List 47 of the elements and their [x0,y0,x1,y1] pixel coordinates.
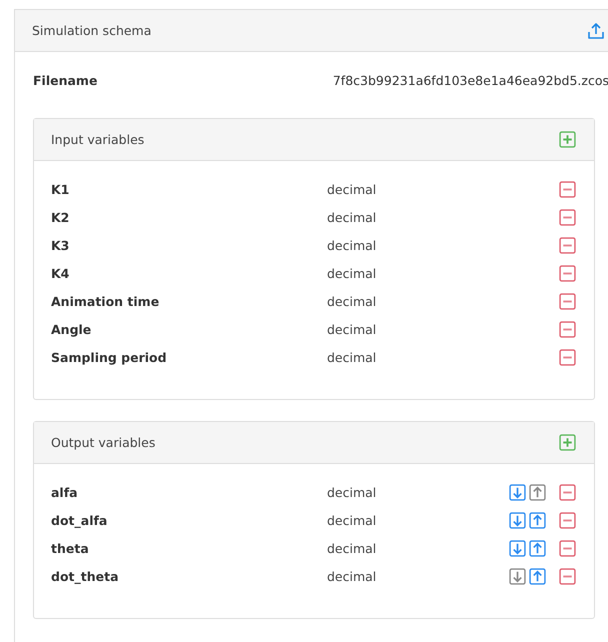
arrow-down-icon[interactable] [509,540,526,556]
variable-type: decimal [327,266,378,280]
variable-type: decimal [327,294,378,308]
remove-icon[interactable] [559,180,576,198]
variable-type: decimal [327,182,378,196]
variable-type: decimal [327,568,378,584]
remove-icon[interactable] [559,236,576,254]
variable-name: theta [51,540,90,556]
variable-name: Animation time [51,294,160,308]
remove-icon[interactable] [559,568,576,584]
filename-value: 7f8c3b99231a6fd103e8e1a46ea92bd5.zcos [332,73,608,88]
arrow-up-icon[interactable] [529,568,546,584]
arrow-up-icon[interactable] [529,512,546,528]
add-icon[interactable] [559,131,576,148]
panel-title: Simulation schema [32,23,152,38]
upload-icon[interactable] [586,20,606,40]
variable-name: K3 [51,238,70,252]
variable-type: decimal [327,350,378,364]
variable-name: dot_theta [51,568,120,584]
variable-type: decimal [327,484,378,500]
variable-name: alfa [51,484,79,500]
remove-icon[interactable] [559,512,576,528]
remove-icon[interactable] [559,292,576,310]
arrow-down-icon[interactable] [509,484,526,500]
variable-name: K2 [51,210,70,224]
variable-type: decimal [327,540,378,556]
variable-name: Angle [51,322,92,336]
remove-icon[interactable] [559,540,576,556]
arrow-down-icon[interactable] [509,512,526,528]
remove-icon[interactable] [559,348,576,366]
variable-name: K4 [51,266,70,280]
card-title: Output variables [51,435,156,450]
variable-type: decimal [327,512,378,528]
remove-icon[interactable] [559,208,576,226]
variable-name: dot_alfa [51,512,108,528]
filename-label: Filename [33,73,98,88]
variable-type: decimal [327,210,378,224]
variable-name: K1 [51,182,70,196]
variable-type: decimal [327,322,378,336]
add-icon[interactable] [559,434,576,451]
card-title: Input variables [51,132,144,147]
arrow-up-icon[interactable] [529,540,546,556]
remove-icon[interactable] [559,320,576,338]
remove-icon[interactable] [559,264,576,282]
remove-icon[interactable] [559,484,576,500]
variable-type: decimal [327,238,378,252]
variable-name: Sampling period [51,350,168,364]
